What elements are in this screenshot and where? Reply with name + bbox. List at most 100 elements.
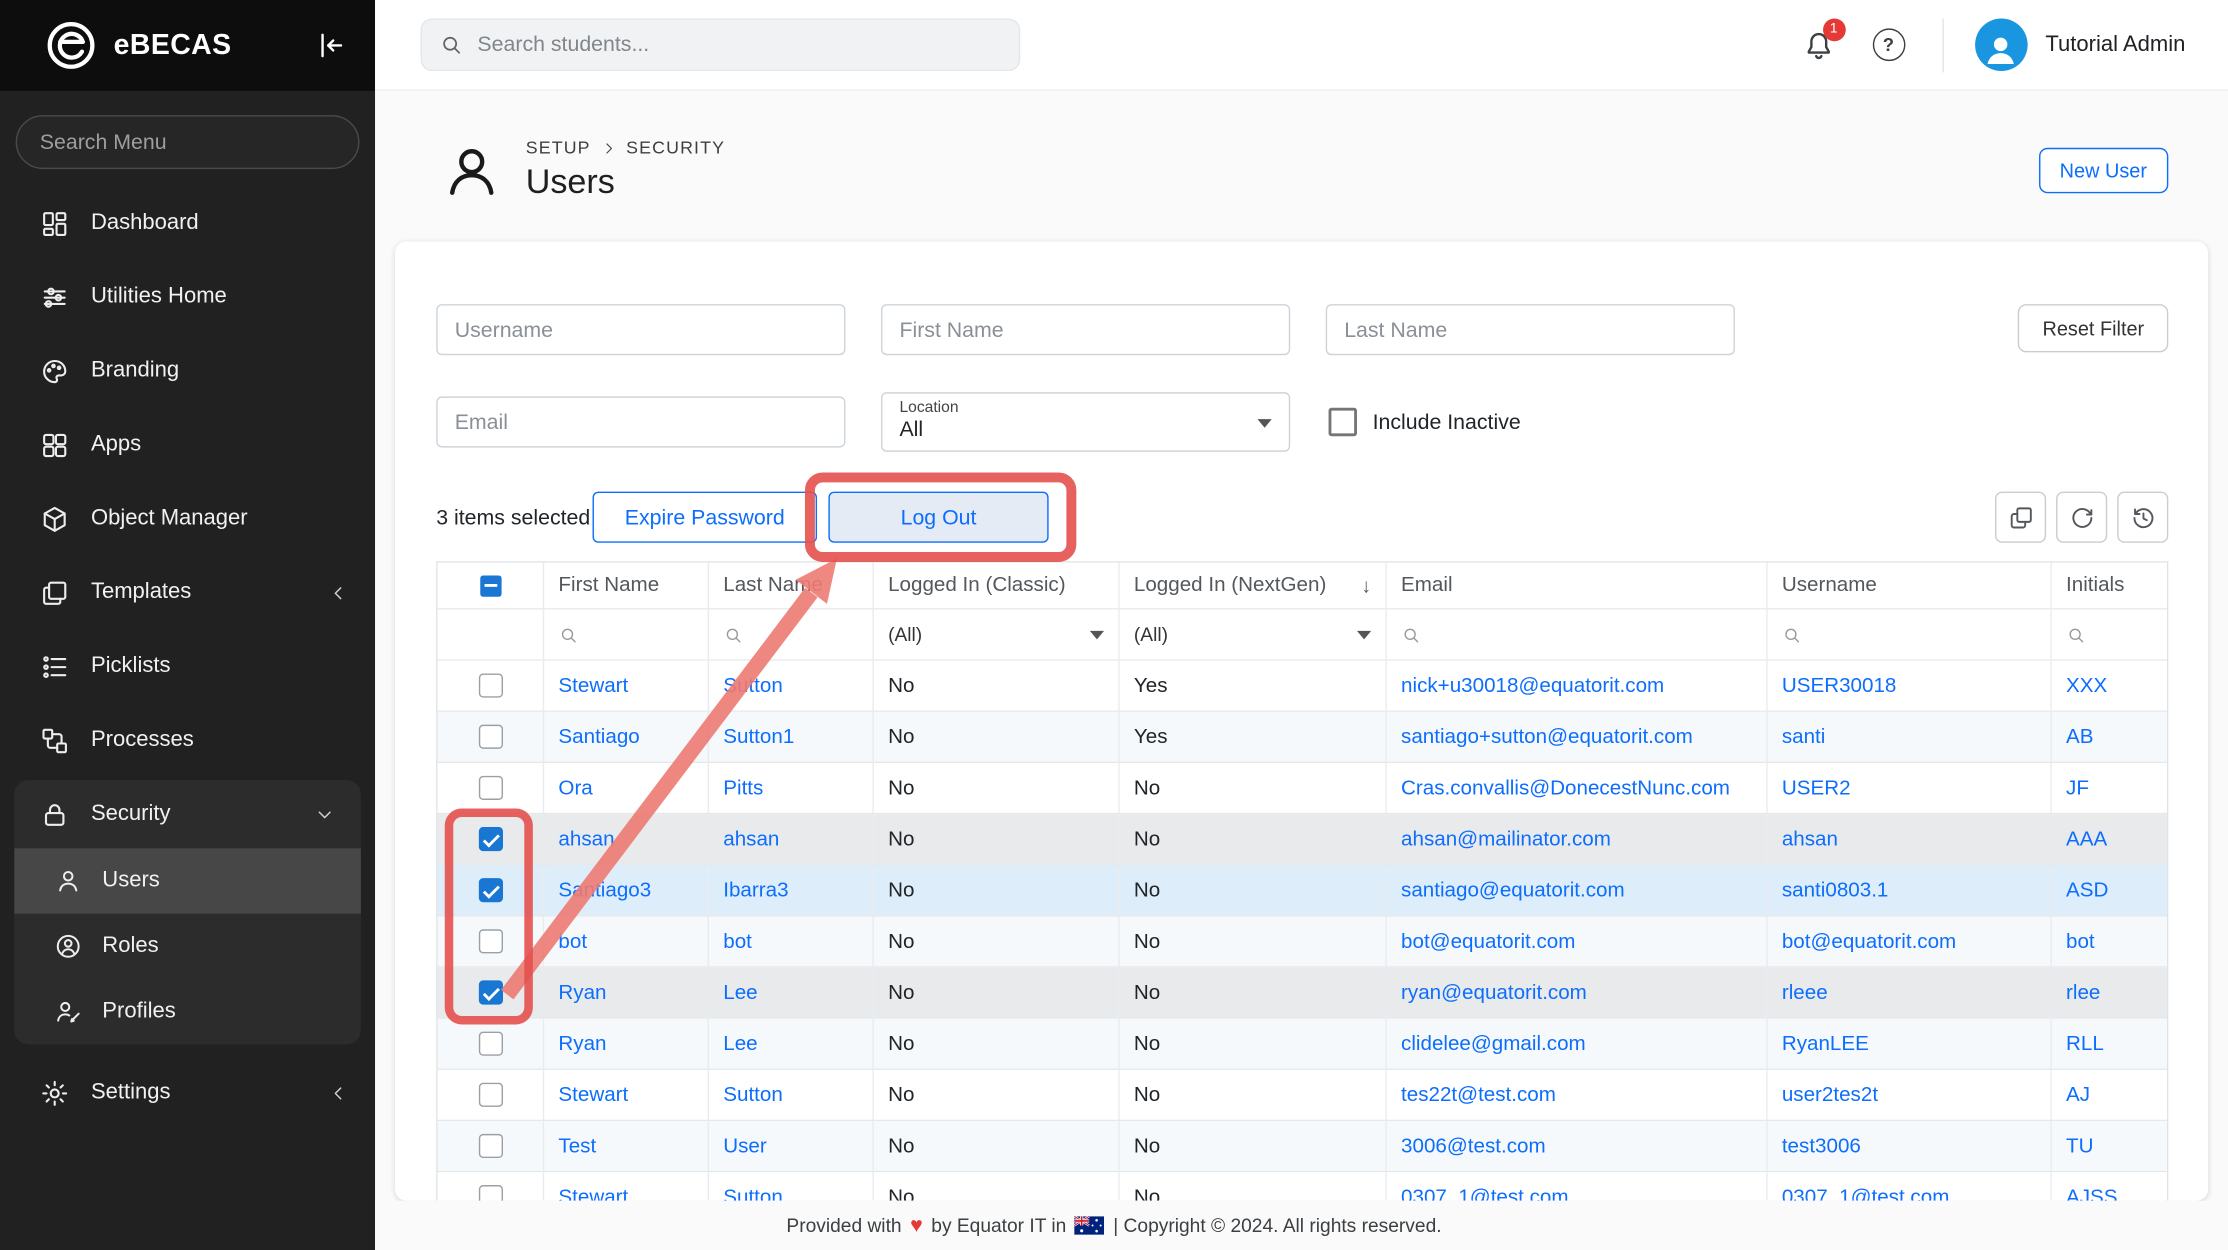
sidebar-item-object-manager[interactable]: Object Manager — [0, 482, 375, 556]
cell-last-name[interactable]: Sutton — [709, 661, 874, 711]
logged-in-classic-filter-dropdown[interactable]: (All) — [874, 610, 1120, 660]
cell-first-name[interactable]: Test — [544, 1121, 709, 1171]
cell-initials[interactable]: rlee — [2052, 968, 2170, 1018]
column-header-logged-in-nextgen[interactable]: Logged In (NextGen) ↓ — [1120, 563, 1387, 608]
cell-email[interactable]: clidelee@gmail.com — [1387, 1019, 1768, 1069]
cell-username[interactable]: test3006 — [1768, 1121, 2052, 1171]
column-header-username[interactable]: Username — [1768, 563, 2052, 608]
table-row[interactable]: Test User No No 3006@test.com test3006 T… — [438, 1121, 2167, 1172]
cell-last-name[interactable]: Sutton1 — [709, 712, 874, 762]
cell-initials[interactable]: ASD — [2052, 865, 2170, 915]
table-row[interactable]: Santiago Sutton1 No Yes santiago+sutton@… — [438, 712, 2167, 763]
cell-first-name[interactable]: Santiago — [544, 712, 709, 762]
row-checkbox[interactable] — [478, 827, 502, 851]
student-search-input[interactable] — [477, 33, 1001, 57]
cell-username[interactable]: bot@equatorit.com — [1768, 916, 2052, 966]
table-row[interactable]: Santiago3 Ibarra3 No No santiago@equator… — [438, 865, 2167, 916]
last-name-column-filter[interactable] — [709, 610, 874, 660]
row-checkbox[interactable] — [478, 1032, 502, 1056]
logged-in-nextgen-filter-dropdown[interactable]: (All) — [1120, 610, 1387, 660]
cell-username[interactable]: user2tes2t — [1768, 1070, 2052, 1120]
cell-email[interactable]: santiago@equatorit.com — [1387, 865, 1768, 915]
cell-last-name[interactable]: Sutton — [709, 1070, 874, 1120]
sidebar-item-templates[interactable]: Templates — [0, 556, 375, 630]
initials-column-filter[interactable] — [2052, 610, 2170, 660]
include-inactive-toggle[interactable]: Include Inactive — [1329, 408, 1521, 436]
last-name-filter-input[interactable] — [1326, 304, 1735, 355]
sidebar-item-dashboard[interactable]: Dashboard — [0, 186, 375, 260]
table-row[interactable]: Ryan Lee No No ryan@equatorit.com rleee … — [438, 968, 2167, 1019]
notifications-button[interactable]: 1 — [1801, 28, 1835, 62]
sidebar-item-utilities-home[interactable]: Utilities Home — [0, 260, 375, 334]
cell-email[interactable]: ryan@equatorit.com — [1387, 968, 1768, 1018]
sidebar-item-picklists[interactable]: Picklists — [0, 629, 375, 703]
cell-first-name[interactable]: Stewart — [544, 1172, 709, 1200]
breadcrumb-security[interactable]: SECURITY — [626, 138, 725, 158]
cell-email[interactable]: ahsan@mailinator.com — [1387, 814, 1768, 864]
sidebar-item-roles[interactable]: Roles — [14, 914, 361, 979]
row-checkbox[interactable] — [478, 776, 502, 800]
cell-username[interactable]: santi0803.1 — [1768, 865, 2052, 915]
cell-email[interactable]: tes22t@test.com — [1387, 1070, 1768, 1120]
table-row[interactable]: Stewart Sutton No Yes nick+u30018@equato… — [438, 661, 2167, 712]
row-checkbox[interactable] — [478, 1083, 502, 1107]
table-row[interactable]: Ryan Lee No No clidelee@gmail.com RyanLE… — [438, 1019, 2167, 1070]
email-filter-input[interactable] — [436, 396, 845, 447]
help-button[interactable]: ? — [1872, 28, 1905, 61]
cell-username[interactable]: rleee — [1768, 968, 2052, 1018]
user-avatar[interactable] — [1974, 18, 2027, 71]
sidebar-search-input[interactable] — [16, 115, 360, 169]
cell-initials[interactable]: AAA — [2052, 814, 2170, 864]
cell-initials[interactable]: AJSS — [2052, 1172, 2170, 1200]
sidebar-item-processes[interactable]: Processes — [0, 703, 375, 777]
cell-first-name[interactable]: Stewart — [544, 1070, 709, 1120]
cell-email[interactable]: 0307_1@test.com — [1387, 1172, 1768, 1200]
cell-last-name[interactable]: Lee — [709, 1019, 874, 1069]
sidebar-item-security[interactable]: Security — [14, 780, 361, 848]
sidebar-item-branding[interactable]: Branding — [0, 334, 375, 408]
table-row[interactable]: Ora Pitts No No Cras.convallis@DonecestN… — [438, 763, 2167, 814]
cell-username[interactable]: 0307_1@test.com — [1768, 1172, 2052, 1200]
column-header-first-name[interactable]: First Name — [544, 563, 709, 608]
cell-first-name[interactable]: Ora — [544, 763, 709, 813]
cell-last-name[interactable]: Pitts — [709, 763, 874, 813]
row-checkbox[interactable] — [478, 1185, 502, 1201]
cell-email[interactable]: santiago+sutton@equatorit.com — [1387, 712, 1768, 762]
cell-initials[interactable]: bot — [2052, 916, 2170, 966]
location-select[interactable]: Location All — [881, 392, 1290, 452]
cell-last-name[interactable]: ahsan — [709, 814, 874, 864]
first-name-column-filter[interactable] — [544, 610, 709, 660]
cell-initials[interactable]: JF — [2052, 763, 2170, 813]
reset-filter-button[interactable]: Reset Filter — [2018, 304, 2168, 352]
row-checkbox[interactable] — [478, 674, 502, 698]
sidebar-item-users[interactable]: Users — [14, 848, 361, 913]
logout-button[interactable]: Log Out — [828, 492, 1048, 543]
username-filter-input[interactable] — [436, 304, 845, 355]
cell-email[interactable]: nick+u30018@equatorit.com — [1387, 661, 1768, 711]
sidebar-item-settings[interactable]: Settings — [0, 1056, 375, 1130]
cell-username[interactable]: ahsan — [1768, 814, 2052, 864]
table-row[interactable]: Stewart Sutton No No tes22t@test.com use… — [438, 1070, 2167, 1121]
include-inactive-checkbox[interactable] — [1329, 408, 1357, 436]
cell-initials[interactable]: XXX — [2052, 661, 2170, 711]
table-row[interactable]: bot bot No No bot@equatorit.com bot@equa… — [438, 916, 2167, 967]
refresh-button[interactable] — [2056, 492, 2107, 543]
cell-initials[interactable]: TU — [2052, 1121, 2170, 1171]
cell-last-name[interactable]: Ibarra3 — [709, 865, 874, 915]
cell-email[interactable]: bot@equatorit.com — [1387, 916, 1768, 966]
sidebar-item-apps[interactable]: Apps — [0, 408, 375, 482]
copy-grid-button[interactable] — [1995, 492, 2046, 543]
cell-first-name[interactable]: bot — [544, 916, 709, 966]
email-column-filter[interactable] — [1387, 610, 1768, 660]
table-row[interactable]: ahsan ahsan No No ahsan@mailinator.com a… — [438, 814, 2167, 865]
first-name-filter-input[interactable] — [881, 304, 1290, 355]
column-header-last-name[interactable]: Last Name — [709, 563, 874, 608]
row-checkbox[interactable] — [478, 929, 502, 953]
column-header-email[interactable]: Email — [1387, 563, 1768, 608]
cell-email[interactable]: 3006@test.com — [1387, 1121, 1768, 1171]
cell-username[interactable]: USER30018 — [1768, 661, 2052, 711]
expire-password-button[interactable]: Expire Password — [593, 492, 818, 543]
row-checkbox[interactable] — [478, 725, 502, 749]
select-all-checkbox[interactable] — [480, 575, 501, 596]
cell-username[interactable]: RyanLEE — [1768, 1019, 2052, 1069]
